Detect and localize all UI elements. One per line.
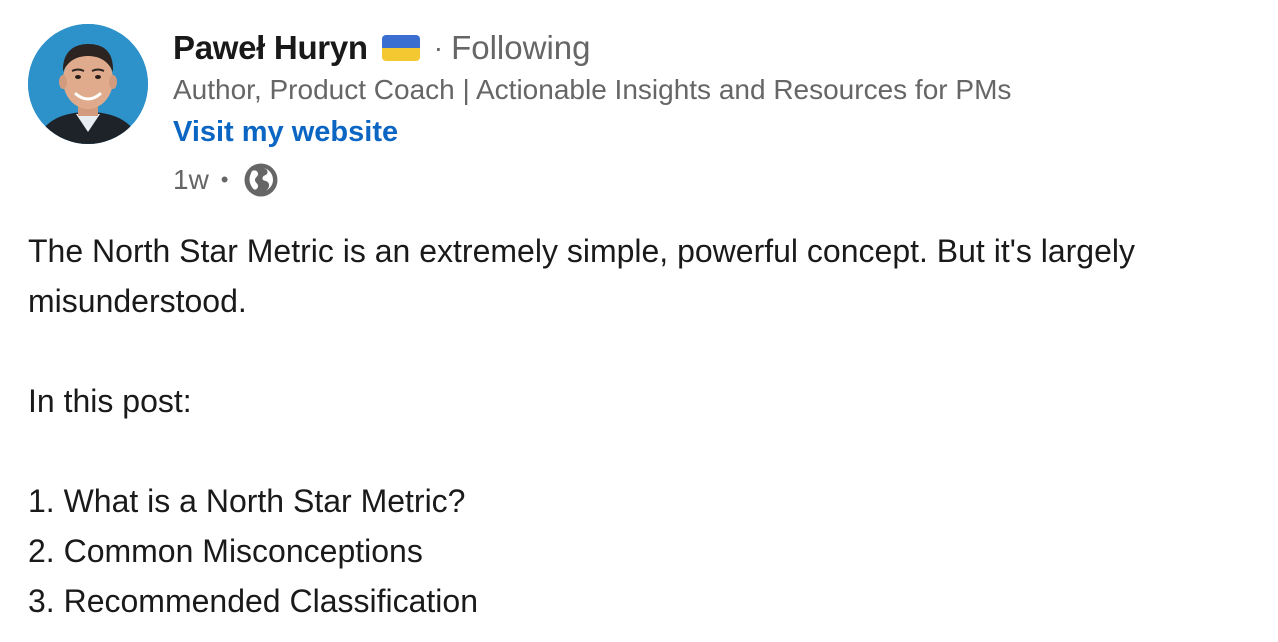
visit-website-link[interactable]: Visit my website xyxy=(173,116,398,149)
globe-icon xyxy=(244,163,277,197)
ukraine-flag-icon xyxy=(381,35,420,61)
post-paragraph: In this post: xyxy=(28,383,192,419)
author-name[interactable]: Paweł Huryn xyxy=(173,29,368,67)
avatar-portrait xyxy=(28,24,148,144)
post-header: Paweł Huryn · Following Author, Product … xyxy=(28,24,1258,204)
separator-dot: · xyxy=(433,32,444,63)
avatar[interactable] xyxy=(28,24,148,144)
follow-status: Following xyxy=(451,29,591,66)
author-name-row: Paweł Huryn · Following xyxy=(173,26,591,70)
author-headline: Author, Product Coach | Actionable Insig… xyxy=(173,74,1012,105)
list-item: 1. What is a North Star Metric? xyxy=(28,483,466,519)
list-item: 2. Common Misconceptions xyxy=(28,533,423,569)
separator-dot: • xyxy=(220,167,229,192)
post-time-ago: 1w xyxy=(173,164,209,195)
list-item: 3. Recommended Classification xyxy=(28,583,478,619)
post-timestamp-row: 1w • xyxy=(173,160,279,200)
post-body: The North Star Metric is an extremely si… xyxy=(28,226,1268,626)
post-paragraph: The North Star Metric is an extremely si… xyxy=(28,233,1144,319)
